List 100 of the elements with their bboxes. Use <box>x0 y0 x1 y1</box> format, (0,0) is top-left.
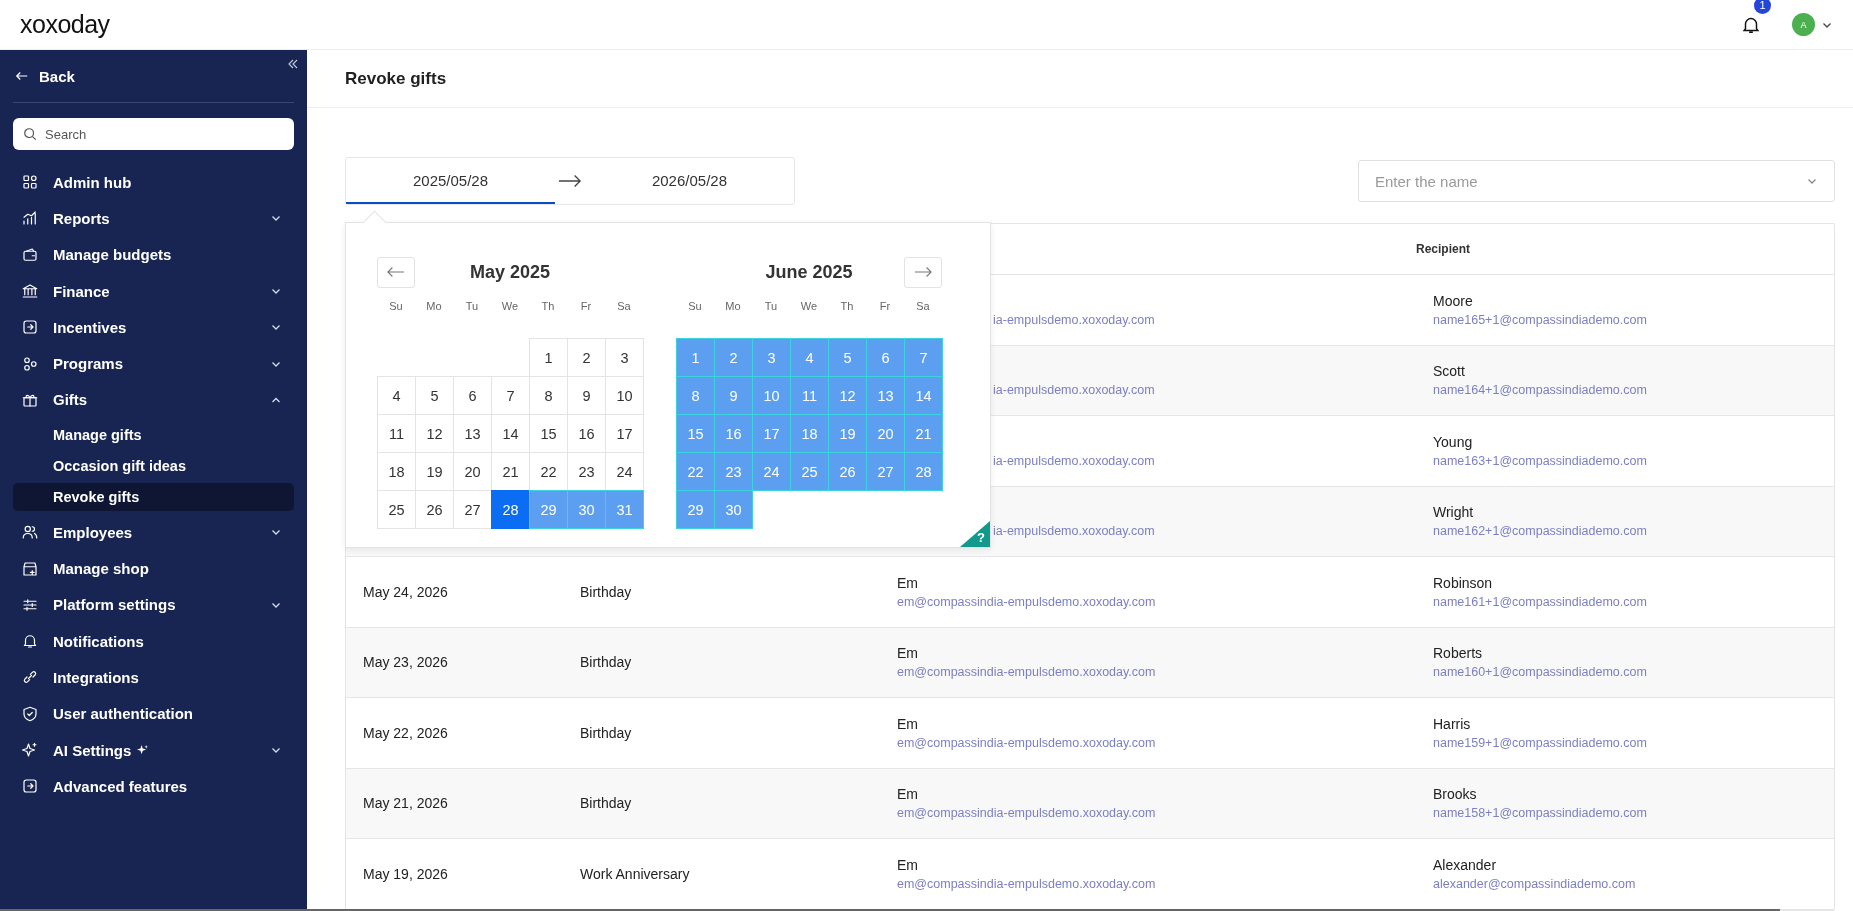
sender-email: ia-empulsdemo.xoxoday.com <box>993 524 1156 539</box>
date-cell-text: May 19, 2026 <box>363 865 449 882</box>
recipient-email: alexander@compassindiademo.com <box>1433 876 1637 891</box>
sender-email: ia-empulsdemo.xoxoday.com <box>993 453 1156 468</box>
bell-icon <box>21 632 39 651</box>
logo[interactable]: xoxoday <box>20 10 110 39</box>
sender-email: ia-empulsdemo.xoxoday.com <box>993 383 1156 398</box>
occasion-cell-text: Birthday <box>580 654 633 671</box>
weekday-label: Th <box>839 300 855 314</box>
weekday-label: Sa <box>616 300 632 314</box>
shield-icon <box>21 704 39 723</box>
end-date-input[interactable]: 2026/05/28 <box>584 158 794 204</box>
store-icon <box>21 559 39 578</box>
sender-name: Em <box>897 786 919 803</box>
wallet-icon <box>21 245 39 264</box>
sidebar-subitem[interactable]: Occasion gift ideas <box>13 452 294 481</box>
recipient-email: name163+1@compassindiademo.com <box>1433 453 1648 468</box>
weekday-label: Mo <box>425 300 443 314</box>
occasion-cell-text: Birthday <box>580 583 633 600</box>
sidebar-item[interactable]: Advanced features <box>13 768 294 805</box>
recipient-email: name165+1@compassindiademo.com <box>1433 312 1648 327</box>
weekday-label: We <box>799 300 819 314</box>
sidebar-item[interactable]: User authentication <box>13 695 294 732</box>
weekday-label: We <box>500 300 520 314</box>
recipient-name: Young <box>1433 433 1474 450</box>
arrow-square-icon <box>21 318 39 337</box>
recipient-email: name162+1@compassindiademo.com <box>1433 524 1648 539</box>
occasion-cell-text: Birthday <box>580 724 633 741</box>
recipient-name: Wright <box>1433 504 1475 521</box>
weekday-label: Fr <box>579 300 593 314</box>
recipient-email: name160+1@compassindiademo.com <box>1433 665 1648 680</box>
arrow-square-icon <box>21 777 39 796</box>
date-cell-text: May 23, 2026 <box>363 654 449 671</box>
arrow-right-icon <box>558 174 582 188</box>
month-title: May 2025 <box>469 261 551 283</box>
circles-icon <box>21 354 39 373</box>
recipient-email: name164+1@compassindiademo.com <box>1433 383 1648 398</box>
sidebar-item[interactable]: Incentives <box>13 309 294 346</box>
back-arrow-icon <box>15 69 29 83</box>
start-date-input[interactable]: 2025/05/28 <box>346 158 556 204</box>
arrow-right-icon <box>914 266 932 278</box>
recipient-email: name159+1@compassindiademo.com <box>1433 735 1648 750</box>
sidebar-item[interactable]: Integrations <box>13 659 294 696</box>
calendar-day[interactable]: 4 <box>377 376 416 415</box>
column-header: Recipient <box>1416 242 1470 256</box>
grid-icon <box>21 173 39 192</box>
sidebar-item[interactable]: Finance <box>13 272 294 310</box>
sender-name: Em <box>897 715 919 732</box>
weekday-label: Th <box>540 300 556 314</box>
occasion-cell-text: Birthday <box>580 795 633 812</box>
calendar-day[interactable]: 3 <box>605 338 644 377</box>
weekday-label: Tu <box>763 300 779 314</box>
sender-email: em@compassindia-empulsdemo.xoxoday.com <box>897 876 1157 891</box>
recipient-name: Scott <box>1433 363 1466 380</box>
weekday-label: Su <box>687 300 703 314</box>
recipient-name: Moore <box>1433 292 1474 309</box>
month-title: June 2025 <box>765 261 853 283</box>
sender-email: em@compassindia-empulsdemo.xoxoday.com <box>897 665 1157 680</box>
recipient-email: name158+1@compassindiademo.com <box>1433 806 1648 821</box>
sidebar-item[interactable]: Notifications <box>13 622 294 660</box>
sidebar-item[interactable]: Admin hub <box>13 164 294 201</box>
weekday-label: Su <box>388 300 404 314</box>
calendar-day[interactable]: 1 <box>529 338 568 377</box>
recipient-name: Roberts <box>1433 645 1484 662</box>
sender-name: Em <box>897 856 919 873</box>
sidebar-item[interactable]: Gifts <box>13 381 294 419</box>
collapse-icon[interactable] <box>287 58 299 70</box>
sidebar-item[interactable]: Manage shop <box>13 550 294 587</box>
sidebar-item[interactable]: Programs <box>13 345 294 382</box>
date-cell-text: May 24, 2026 <box>363 583 449 600</box>
back-link[interactable]: Back <box>13 50 294 103</box>
sidebar-subitem[interactable]: Revoke gifts <box>13 483 294 512</box>
calendar-day[interactable]: 25 <box>377 490 416 529</box>
sidebar-item[interactable]: Employees <box>13 514 294 551</box>
calendar-day[interactable]: 28 <box>491 490 530 529</box>
bank-icon <box>21 282 39 301</box>
sidebar-item[interactable]: Reports <box>13 200 294 237</box>
page-title: Revoke gifts <box>345 68 447 89</box>
recipient-name: Brooks <box>1433 786 1478 803</box>
arrow-left-icon <box>387 266 405 278</box>
sidebar-subitem[interactable]: Manage gifts <box>13 421 294 450</box>
sidebar-item[interactable]: AI Settings <box>13 731 294 769</box>
sidebar-item[interactable]: Platform settings <box>13 586 294 623</box>
weekday-label: Fr <box>878 300 892 314</box>
weekday-label: Sa <box>915 300 931 314</box>
notification-count: 1 <box>1754 0 1771 14</box>
date-cell-text: May 21, 2026 <box>363 795 449 812</box>
weekday-label: Tu <box>464 300 480 314</box>
sender-email: em@compassindia-empulsdemo.xoxoday.com <box>897 735 1157 750</box>
recipient-email: name161+1@compassindiademo.com <box>1433 594 1648 609</box>
people-icon <box>21 523 39 542</box>
bar-chart-icon <box>21 209 39 228</box>
sidebar-item[interactable]: Manage budgets <box>13 236 294 273</box>
recipient-name: Robinson <box>1433 574 1494 591</box>
sender-email: em@compassindia-empulsdemo.xoxoday.com <box>897 806 1157 821</box>
sender-name: Em <box>897 574 919 591</box>
occasion-cell-text: Work Anniversary <box>580 865 691 882</box>
sender-name: Em <box>897 645 919 662</box>
search-icon <box>23 127 37 141</box>
search-field[interactable]: Search <box>13 118 294 150</box>
